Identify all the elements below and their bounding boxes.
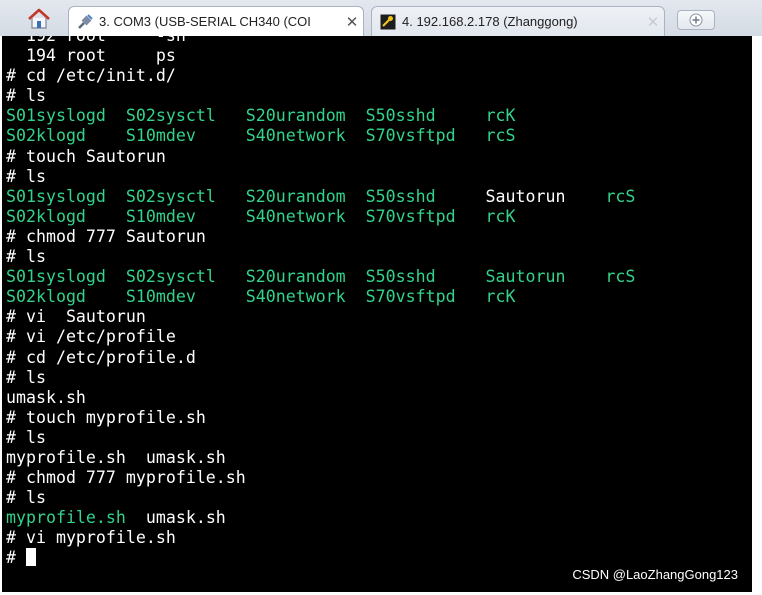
terminal-text: S01syslogd S02sysctl S20urandom S50sshd … [6, 106, 516, 126]
terminal-line: myprofile.sh umask.sh [6, 508, 635, 528]
terminal-text: # touch Sautorun [6, 146, 166, 166]
terminal-line: S01syslogd S02sysctl S20urandom S50sshd … [6, 267, 635, 287]
terminal-line: umask.sh [6, 388, 635, 408]
terminal-text: Sautorun [485, 186, 606, 206]
terminal-line: 192 root -sh [6, 36, 635, 46]
terminal-line: # ls [6, 86, 635, 106]
terminal-line: # cd /etc/profile.d [6, 348, 635, 368]
close-tab-icon[interactable]: ✕ [642, 13, 664, 31]
tab-label: 3. COM3 (USB-SERIAL CH340 (COI [99, 14, 311, 29]
terminal-text: # cd /etc/profile.d [6, 347, 196, 367]
plus-icon [689, 13, 703, 27]
terminal-text: # ls [6, 166, 46, 186]
terminal-line: S01syslogd S02sysctl S20urandom S50sshd … [6, 187, 635, 207]
terminal-text: 194 root ps [6, 46, 176, 66]
terminal-text: myprofile.sh umask.sh [6, 447, 226, 467]
terminal-line: # ls [6, 428, 635, 448]
terminal-text: # ls [6, 367, 46, 387]
terminal-text: S02klogd S10mdev S40network S70vsftpd rc… [6, 126, 516, 146]
terminal-text: rcS [605, 186, 636, 206]
terminal-line: # cd /etc/init.d/ [6, 66, 635, 86]
terminal-line: myprofile.sh umask.sh [6, 448, 635, 468]
tab-ssh-session[interactable]: 4. 192.168.2.178 (Zhanggong) ✕ [371, 6, 665, 36]
terminal-line: S02klogd S10mdev S40network S70vsftpd rc… [6, 287, 635, 307]
terminal-line: # ls [6, 247, 635, 267]
terminal-text: myprofile.sh [6, 508, 126, 528]
terminal-lines: 192 root -sh 194 root ps# cd /etc/init.d… [6, 36, 635, 569]
terminal-line: # [6, 548, 635, 568]
terminal-line: # ls [6, 488, 635, 508]
home-icon [28, 8, 50, 29]
terminal-line: S01syslogd S02sysctl S20urandom S50sshd … [6, 106, 635, 126]
terminal-text: # touch myprofile.sh [6, 407, 206, 427]
terminal-line: # ls [6, 368, 635, 388]
tab-bar: 3. COM3 (USB-SERIAL CH340 (COI ✕ 4. 192.… [0, 0, 762, 36]
cursor-block [25, 548, 36, 567]
home-button[interactable] [24, 6, 54, 32]
terminal-text: # vi myprofile.sh [6, 528, 176, 548]
terminal-text: # vi /etc/profile [6, 327, 176, 347]
tab-com3-serial[interactable]: 3. COM3 (USB-SERIAL CH340 (COI ✕ [68, 6, 364, 36]
terminal-line: # touch Sautorun [6, 147, 635, 167]
terminal-line: S02klogd S10mdev S40network S70vsftpd rc… [6, 126, 635, 146]
terminal-line: # chmod 777 Sautorun [6, 227, 635, 247]
usb-plug-icon [78, 13, 93, 29]
terminal-text: # ls [6, 247, 46, 267]
terminal-line: # vi myprofile.sh [6, 528, 635, 548]
terminal-line: # vi /etc/profile [6, 327, 635, 347]
terminal-text: # ls [6, 86, 46, 106]
terminal-text: # chmod 777 myprofile.sh [6, 468, 246, 488]
terminal-text: S02klogd S10mdev S40network S70vsftpd rc… [6, 206, 516, 226]
terminal-text: S02klogd S10mdev S40network S70vsftpd rc… [6, 287, 516, 307]
terminal-text: # [6, 548, 26, 568]
terminal-line: 194 root ps [6, 46, 635, 66]
terminal-session-icon [380, 14, 396, 29]
terminal-text: 192 root -sh [6, 36, 186, 45]
terminal-line: # chmod 777 myprofile.sh [6, 468, 635, 488]
terminal-text: # chmod 777 Sautorun [6, 226, 206, 246]
terminal-text: umask.sh [6, 387, 86, 407]
terminal-text: S01syslogd S02sysctl S20urandom S50sshd [6, 186, 486, 206]
terminal-line: # ls [6, 167, 635, 187]
terminal-output[interactable]: 192 root -sh 194 root ps# cd /etc/init.d… [2, 36, 752, 592]
watermark: CSDN @LaoZhangGong123 [572, 567, 738, 582]
terminal-text: # ls [6, 488, 46, 508]
close-tab-icon[interactable]: ✕ [341, 13, 363, 31]
terminal-text: # cd /etc/init.d/ [6, 66, 176, 86]
terminal-text: umask.sh [125, 508, 226, 528]
tab-label: 4. 192.168.2.178 (Zhanggong) [402, 14, 578, 29]
terminal-text: S01syslogd S02sysctl S20urandom S50sshd … [6, 267, 636, 287]
new-tab-button[interactable] [677, 10, 715, 30]
terminal-line: # vi Sautorun [6, 307, 635, 327]
terminal-text: # ls [6, 427, 46, 447]
terminal-line: # touch myprofile.sh [6, 408, 635, 428]
terminal-line: S02klogd S10mdev S40network S70vsftpd rc… [6, 207, 635, 227]
terminal-text: # vi Sautorun [6, 307, 146, 327]
